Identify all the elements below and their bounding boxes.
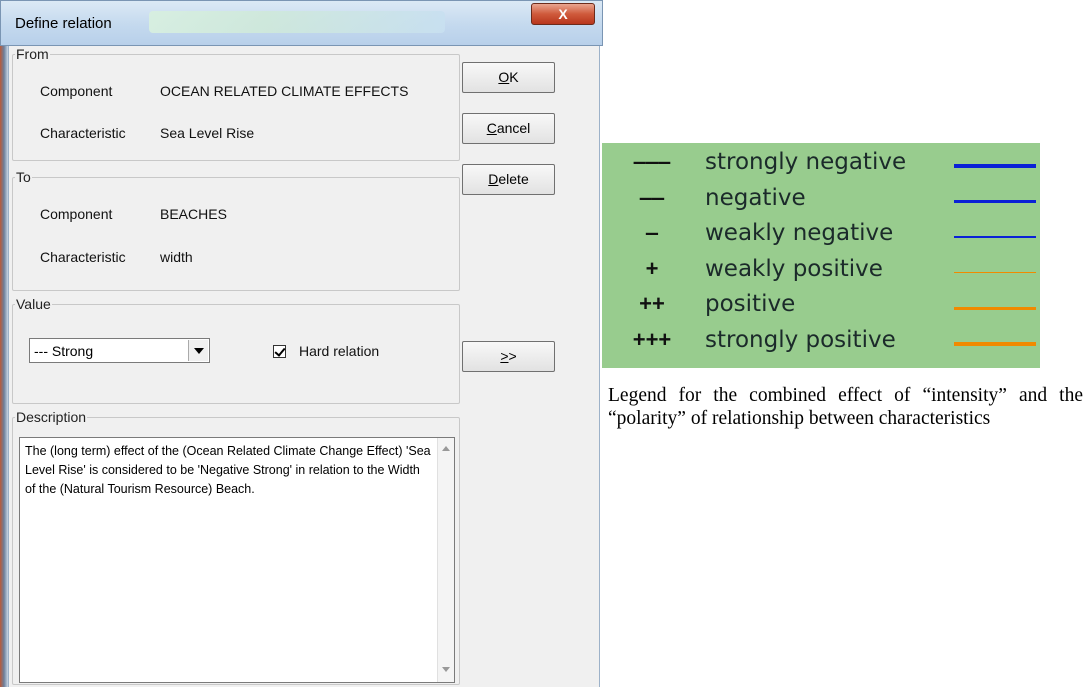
description-group-legend: Description — [16, 409, 87, 425]
legend-symbol: ++ — [639, 291, 665, 316]
description-scrollbar[interactable] — [437, 438, 454, 682]
legend-row: ‒‒ negative — [602, 185, 1040, 221]
from-characteristic-value: Sea Level Rise — [160, 125, 255, 141]
legend-caption: Legend for the combined effect of “inten… — [608, 385, 1083, 429]
legend-label: strongly positive — [705, 326, 896, 353]
legend-symbol: ‒‒‒ — [633, 149, 671, 174]
to-group-legend: To — [16, 169, 31, 185]
from-group-legend: From — [16, 46, 49, 62]
legend-line-sample — [954, 341, 1036, 346]
to-characteristic-label: Characteristic — [40, 249, 126, 265]
cancel-button[interactable]: Cancel — [462, 113, 555, 144]
cancel-label-rest: ancel — [496, 120, 531, 136]
description-text: The (long term) effect of the (Ocean Rel… — [25, 444, 431, 496]
to-group: To — [12, 169, 460, 291]
description-textarea[interactable]: The (long term) effect of the (Ocean Rel… — [19, 437, 455, 683]
strength-dropdown-value: --- Strong — [34, 343, 94, 359]
legend-symbol: ‒ — [645, 220, 659, 245]
legend-row: ‒‒‒ strongly negative — [602, 149, 1040, 185]
scroll-up-arrow-icon[interactable] — [442, 446, 450, 451]
legend-label: positive — [705, 291, 796, 317]
expand-mnemonic: > — [500, 348, 509, 364]
from-characteristic-label: Characteristic — [40, 125, 126, 141]
strength-dropdown[interactable]: --- Strong — [29, 338, 210, 363]
expand-label-rest: > — [508, 348, 517, 364]
to-component-label: Component — [40, 206, 113, 222]
window-frame — [0, 46, 8, 687]
chevron-down-icon[interactable] — [188, 340, 208, 361]
from-component-label: Component — [40, 83, 113, 99]
legend-line-sample — [954, 306, 1036, 310]
title-bar[interactable]: Define relation X — [0, 0, 603, 46]
scroll-down-arrow-icon[interactable] — [442, 667, 450, 672]
hard-relation-checkbox[interactable] — [273, 345, 286, 358]
define-relation-dialog: Define relation X From Component OCEAN R… — [0, 0, 603, 687]
relation-legend-panel: ‒‒‒ strongly negative ‒‒ negative ‒ weakly ne… — [602, 143, 1040, 368]
window-title: Define relation — [15, 15, 112, 32]
legend-label: negative — [705, 184, 806, 211]
legend-row: ++ positive — [602, 291, 1040, 327]
legend-row: ‒ weakly negative — [602, 220, 1040, 256]
cancel-mnemonic: C — [486, 120, 497, 136]
legend-row: + weakly positive — [602, 256, 1040, 292]
to-characteristic-value: width — [160, 249, 193, 265]
legend-label: strongly negative — [705, 149, 907, 175]
from-group: From — [12, 46, 460, 161]
legend-line-sample — [954, 200, 1036, 203]
ok-mnemonic: O — [498, 69, 510, 85]
legend-label: weakly positive — [705, 255, 883, 282]
delete-mnemonic: D — [488, 171, 499, 187]
from-component-value: OCEAN RELATED CLIMATE EFFECTS — [160, 83, 409, 99]
legend-line-sample — [954, 236, 1036, 238]
to-component-value: BEACHES — [160, 206, 227, 222]
hard-relation-label[interactable]: Hard relation — [299, 343, 379, 359]
legend-line-sample — [954, 164, 1036, 168]
ok-button[interactable]: OK — [462, 62, 555, 93]
legend-symbol: ‒‒ — [639, 184, 665, 210]
ok-label-rest: K — [509, 69, 519, 85]
legend-symbol: + — [645, 255, 659, 281]
delete-button[interactable]: Delete — [462, 164, 555, 195]
blurred-title-area — [149, 11, 445, 33]
legend-line-sample — [954, 271, 1036, 274]
legend-symbol: +++ — [632, 326, 672, 352]
legend-label: weakly negative — [705, 220, 894, 246]
legend-row: +++ strongly positive — [602, 327, 1040, 363]
close-button[interactable]: X — [531, 3, 595, 25]
delete-label-rest: elete — [498, 171, 529, 187]
expand-button[interactable]: >> — [462, 341, 555, 372]
value-group-legend: Value — [16, 296, 51, 312]
